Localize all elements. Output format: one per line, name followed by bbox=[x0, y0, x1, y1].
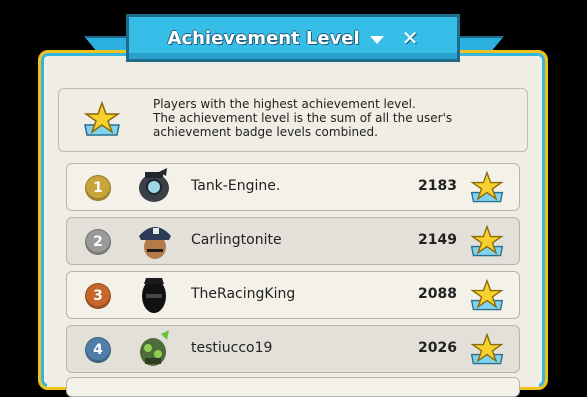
rank-badge: 3 bbox=[85, 283, 111, 309]
leaderboard-row[interactable]: 4 testiucco19 2026 bbox=[66, 325, 520, 373]
player-score: 2149 bbox=[418, 232, 457, 248]
rank-badge: 2 bbox=[85, 229, 111, 255]
info-line: Players with the highest achievement lev… bbox=[153, 97, 416, 111]
leaderboard-row[interactable]: 2 Carlingtonite 2149 bbox=[66, 217, 520, 265]
star-badge-icon bbox=[83, 100, 121, 136]
player-score: 2183 bbox=[418, 178, 457, 194]
title-bar[interactable]: Achievement Level ✕ bbox=[126, 14, 460, 62]
player-name[interactable]: TheRacingKing bbox=[191, 286, 295, 302]
player-name[interactable]: testiucco19 bbox=[191, 340, 272, 356]
avatar bbox=[142, 278, 166, 313]
avatar bbox=[139, 227, 171, 259]
rank-badge: 1 bbox=[85, 175, 111, 201]
avatar bbox=[140, 330, 169, 366]
leaderboard-row[interactable]: 1 Tank-Engine. 2183 bbox=[66, 163, 520, 211]
star-badge-icon bbox=[470, 278, 504, 311]
player-name[interactable]: Tank-Engine. bbox=[191, 178, 280, 194]
star-badge-icon bbox=[470, 224, 504, 257]
chevron-down-icon[interactable] bbox=[369, 35, 384, 44]
rank-badge: 4 bbox=[85, 337, 111, 363]
star-badge-icon bbox=[470, 332, 504, 365]
window-title: Achievement Level bbox=[167, 27, 360, 49]
info-line: achievement badge levels combined. bbox=[153, 125, 378, 139]
player-score: 2026 bbox=[418, 340, 457, 356]
info-text: Players with the highest achievement lev… bbox=[153, 97, 452, 139]
avatar bbox=[139, 168, 169, 202]
leaderboard-row[interactable]: 3 TheRacingKing 2088 bbox=[66, 271, 520, 319]
star-badge-icon bbox=[470, 170, 504, 203]
player-score: 2088 bbox=[418, 286, 457, 302]
info-line: The achievement level is the sum of all … bbox=[153, 111, 453, 125]
info-panel: Players with the highest achievement lev… bbox=[58, 88, 528, 152]
leaderboard-row[interactable] bbox=[66, 377, 520, 397]
player-name[interactable]: Carlingtonite bbox=[191, 232, 282, 248]
close-icon[interactable]: ✕ bbox=[402, 28, 419, 48]
